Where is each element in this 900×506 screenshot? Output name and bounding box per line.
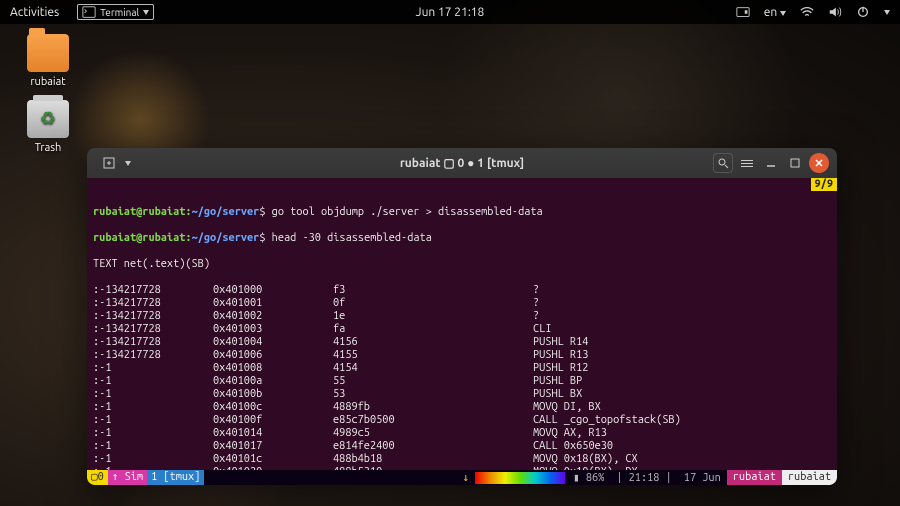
disassembly-row: :-134217728 0x401003faCLI bbox=[93, 323, 831, 336]
prompt-path: ~/go/server bbox=[192, 206, 260, 218]
terminal-window: rubaiat ▢ 0 ● 1 [tmux] 9/9 rubaiat@rubai… bbox=[87, 148, 837, 485]
search-match-badge: 9/9 bbox=[811, 178, 837, 191]
search-button[interactable] bbox=[713, 153, 733, 173]
tmux-host: rubaiat bbox=[727, 470, 782, 485]
terminal-output[interactable]: 9/9 rubaiat@rubaiat:~/go/server$ go tool… bbox=[87, 178, 837, 470]
tmux-host: rubaiat bbox=[782, 470, 837, 485]
disassembly-row: :-1 0x4010084154PUSHL R12 bbox=[93, 362, 831, 375]
tmux-time: | 21:18 | bbox=[610, 472, 677, 484]
activities-button[interactable]: Activities bbox=[10, 6, 59, 19]
clock[interactable]: Jun 17 21:18 bbox=[416, 6, 485, 19]
disassembly-row: :-134217728 0x401000f3? bbox=[93, 284, 831, 297]
disassembly-row: :-1 0x40100c4889fbMOVQ DI, BX bbox=[93, 401, 831, 414]
tmux-indicator: ↓ bbox=[458, 471, 473, 484]
chevron-down-icon bbox=[143, 10, 149, 15]
desktop-icon-label: Trash bbox=[22, 142, 74, 154]
screenshot-icon[interactable] bbox=[736, 5, 750, 19]
prompt-user: rubaiat@rubaiat bbox=[93, 206, 185, 218]
folder-icon bbox=[27, 34, 69, 72]
tmux-date: 17 Jun bbox=[678, 472, 727, 484]
minimize-button[interactable] bbox=[761, 153, 781, 173]
command-line: go tool objdump ./server > disassembled-… bbox=[272, 206, 543, 218]
new-tab-button[interactable] bbox=[99, 153, 119, 173]
disassembly-row: :-1 0x40100a55PUSHL BP bbox=[93, 375, 831, 388]
current-app[interactable]: Terminal bbox=[77, 4, 154, 20]
chevron-down-icon bbox=[884, 10, 890, 15]
top-panel: Activities Terminal Jun 17 21:18 en bbox=[0, 0, 900, 24]
tmux-window-active[interactable]: 1 [tmux] bbox=[147, 470, 204, 485]
menu-button[interactable] bbox=[737, 153, 757, 173]
wifi-icon[interactable] bbox=[800, 5, 814, 19]
close-button[interactable] bbox=[809, 153, 829, 173]
disassembly-row: :-134217728 0x4010044156PUSHL R14 bbox=[93, 336, 831, 349]
window-title: rubaiat ▢ 0 ● 1 [tmux] bbox=[400, 156, 524, 170]
window-titlebar[interactable]: rubaiat ▢ 0 ● 1 [tmux] bbox=[87, 148, 837, 178]
output-header: TEXT net(.text)(SB) bbox=[93, 258, 831, 271]
chevron-down-icon[interactable] bbox=[125, 161, 131, 166]
tmux-window[interactable]: ↑ Sim bbox=[108, 470, 147, 485]
tmux-gauge bbox=[475, 472, 565, 484]
tmux-status-bar: ▢0 ↑ Sim 1 [tmux] ↓ ▮ 86% | 21:18 | 17 J… bbox=[87, 470, 837, 485]
disassembly-row: :-1 0x4010144989c5MOVQ AX, R13 bbox=[93, 427, 831, 440]
disassembly-row: :-134217728 0x4010021e? bbox=[93, 310, 831, 323]
disassembly-row: :-1 0x401017e814fe2400CALL 0x650e30 bbox=[93, 440, 831, 453]
power-icon[interactable] bbox=[856, 5, 870, 19]
tmux-percentage: ▮ 86% bbox=[567, 471, 610, 484]
disassembly-row: :-1 0x401020488b5310MOVQ 0x10(BX), DX bbox=[93, 466, 831, 470]
disassembly-row: :-1 0x40100fe85c7b0500CALL _cgo_topofsta… bbox=[93, 414, 831, 427]
tmux-session[interactable]: ▢0 bbox=[87, 470, 108, 485]
disassembly-row: :-1 0x40100b53PUSHL BX bbox=[93, 388, 831, 401]
desktop-folder[interactable]: rubaiat bbox=[22, 34, 74, 88]
command-line: head -30 disassembled-data bbox=[272, 232, 432, 244]
disassembly-row: :-134217728 0x4010010f? bbox=[93, 297, 831, 310]
maximize-button[interactable] bbox=[785, 153, 805, 173]
language-indicator[interactable]: en bbox=[764, 6, 786, 19]
trash-icon: ♻ bbox=[27, 100, 69, 138]
disassembly-row: :-134217728 0x4010064155PUSHL R13 bbox=[93, 349, 831, 362]
volume-icon[interactable] bbox=[828, 5, 842, 19]
desktop-trash[interactable]: ♻ Trash bbox=[22, 100, 74, 154]
desktop-icon-label: rubaiat bbox=[22, 76, 74, 88]
disassembly-row: :-1 0x40101c488b4b18MOVQ 0x18(BX), CX bbox=[93, 453, 831, 466]
